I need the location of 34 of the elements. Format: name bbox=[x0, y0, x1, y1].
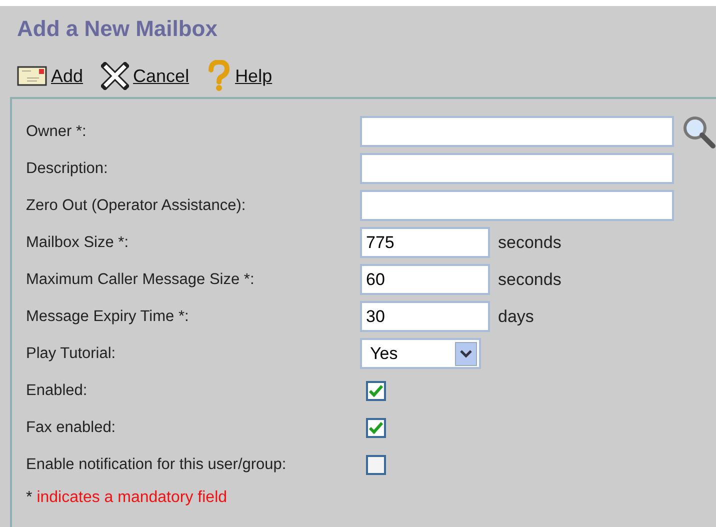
asterisk: * bbox=[26, 489, 32, 506]
field-label: Enable notification for this user/group: bbox=[26, 456, 288, 474]
mandatory-note: indicates a mandatory field bbox=[36, 489, 228, 506]
checkbox[interactable] bbox=[366, 380, 386, 400]
page-title: Add a New Mailbox bbox=[17, 16, 218, 42]
field-label: Message Expiry Time *: bbox=[26, 308, 190, 326]
dropdown[interactable]: Yes bbox=[360, 338, 481, 369]
field-label: Mailbox Size *: bbox=[26, 234, 130, 252]
cancel-button[interactable]: Cancel bbox=[101, 62, 190, 90]
field-label: Owner *: bbox=[26, 122, 88, 140]
help-button[interactable]: Help bbox=[207, 60, 272, 92]
input-field[interactable] bbox=[360, 190, 674, 221]
unit-label: days bbox=[498, 306, 534, 326]
question-mark-icon bbox=[207, 60, 232, 92]
add-button[interactable]: Add bbox=[17, 66, 84, 86]
field-label: Maximum Caller Message Size *: bbox=[26, 270, 256, 288]
unit-label: seconds bbox=[498, 270, 562, 290]
input-field[interactable]: 775 bbox=[360, 227, 490, 258]
input-field[interactable]: 60 bbox=[360, 264, 490, 295]
envelope-icon bbox=[17, 66, 47, 86]
field-label: Play Tutorial: bbox=[26, 344, 117, 362]
caret-icon bbox=[455, 342, 477, 366]
checkbox[interactable] bbox=[366, 454, 386, 474]
field-label: Zero Out (Operator Assistance): bbox=[26, 196, 247, 214]
field-label: Enabled: bbox=[26, 382, 88, 400]
close-icon bbox=[101, 62, 130, 90]
field-label: Description: bbox=[26, 160, 109, 178]
search-icon[interactable] bbox=[682, 114, 716, 148]
unit-label: seconds bbox=[498, 232, 562, 252]
input-field[interactable] bbox=[360, 116, 674, 147]
input-field[interactable]: 30 bbox=[360, 301, 490, 332]
input-field[interactable] bbox=[360, 153, 674, 184]
field-label: Fax enabled: bbox=[26, 418, 117, 436]
checkbox[interactable] bbox=[366, 418, 386, 438]
